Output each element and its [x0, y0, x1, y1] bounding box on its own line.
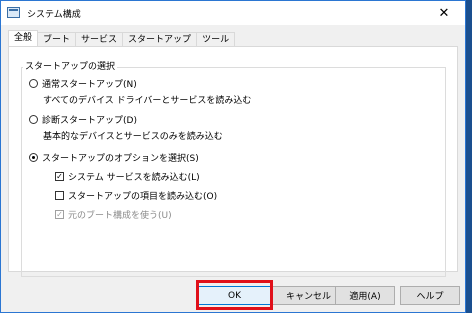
general-tab-panel: スタートアップの選択 通常スタートアップ(N) すべてのデバイス ドライバーとサ…	[8, 46, 458, 277]
tab-strip: 全般 ブート サービス スタートアップ ツール	[8, 30, 236, 47]
msconfig-app-icon	[7, 7, 20, 18]
startup-selection-label: スタートアップの選択	[23, 59, 118, 72]
system-config-window: システム構成 ✕ 全般 ブート サービス スタートアップ ツール スタートアップ…	[0, 0, 466, 313]
load-startup-items-label: スタートアップの項目を読み込む(O)	[68, 192, 218, 202]
diagnostic-startup-desc: 基本的なデバイスとサービスのみを読み込む	[43, 132, 223, 142]
tab-general[interactable]: 全般	[8, 30, 39, 46]
normal-startup-label: 通常スタートアップ(N)	[42, 80, 137, 90]
normal-startup-radio[interactable]	[29, 79, 38, 88]
window-title: システム構成	[27, 10, 81, 20]
normal-startup-desc: すべてのデバイス ドライバーとサービスを読み込む	[43, 96, 252, 106]
normal-startup-option[interactable]: 通常スタートアップ(N)	[29, 77, 137, 90]
close-button[interactable]: ✕	[423, 1, 465, 25]
help-button[interactable]: ヘルプ	[400, 286, 460, 305]
tab-startup[interactable]: スタートアップ	[122, 32, 198, 46]
use-original-boot-option: ✓ 元のブート構成を使う(U)	[55, 208, 172, 221]
use-original-boot-checkbox: ✓	[55, 209, 64, 219]
load-startup-items-option[interactable]: スタートアップの項目を読み込む(O)	[55, 189, 217, 202]
title-bar[interactable]: システム構成 ✕	[1, 1, 465, 25]
load-system-services-option[interactable]: ✓ システム サービスを読み込む(L)	[55, 170, 200, 183]
tab-services[interactable]: サービス	[75, 32, 124, 46]
diagnostic-startup-label: 診断スタートアップ(D)	[42, 116, 137, 126]
load-startup-items-checkbox[interactable]	[55, 191, 64, 200]
ok-button[interactable]: OK	[198, 286, 271, 305]
use-original-boot-label: 元のブート構成を使う(U)	[68, 211, 172, 221]
diagnostic-startup-radio[interactable]	[29, 115, 38, 124]
selective-startup-option[interactable]: スタートアップのオプションを選択(S)	[29, 151, 199, 164]
load-system-services-label: システム サービスを読み込む(L)	[68, 173, 200, 183]
tab-boot[interactable]: ブート	[37, 32, 77, 46]
apply-button[interactable]: 適用(A)	[335, 286, 395, 305]
tab-tools[interactable]: ツール	[196, 32, 236, 46]
load-system-services-checkbox[interactable]: ✓	[55, 172, 64, 181]
diagnostic-startup-option[interactable]: 診断スタートアップ(D)	[29, 113, 137, 126]
selective-startup-radio[interactable]	[29, 153, 38, 162]
selective-startup-label: スタートアップのオプションを選択(S)	[42, 154, 199, 164]
